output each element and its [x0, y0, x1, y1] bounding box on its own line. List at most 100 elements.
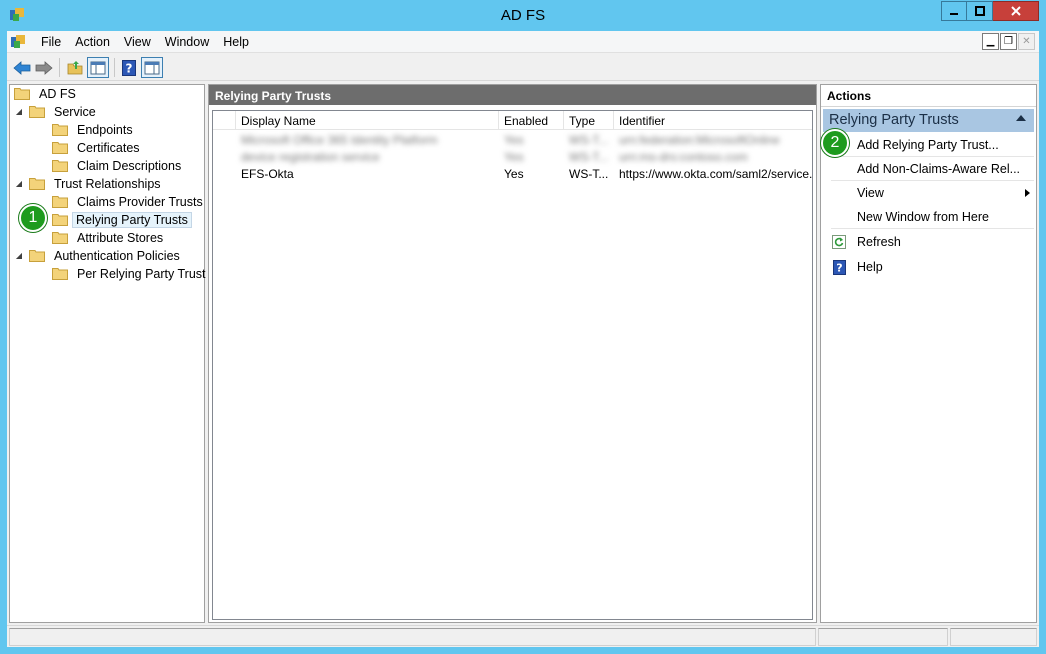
action-add-non-claims-aware-rp-trust[interactable]: Add Non-Claims-Aware Rel... [831, 157, 1034, 181]
forward-arrow-icon [35, 60, 53, 75]
callout-badge-2: 2 [821, 129, 849, 157]
close-button[interactable] [993, 1, 1039, 21]
svg-text:?: ? [126, 61, 133, 75]
tree-item-claim-descriptions[interactable]: Claim Descriptions [52, 157, 186, 174]
tree-item-label: Claim Descriptions [77, 158, 182, 173]
relying-party-trusts-list[interactable]: Display Name Enabled Type Identifier Mic… [212, 110, 813, 620]
action-help[interactable]: ? Help [831, 255, 1034, 279]
tree-item-label: Service [54, 104, 96, 119]
action-refresh[interactable]: Refresh [831, 230, 1034, 254]
show-hide-console-tree-button[interactable] [87, 57, 109, 78]
child-minimize-button[interactable]: ▁ [982, 33, 999, 50]
minimize-button[interactable] [941, 1, 967, 21]
folder-icon [52, 268, 68, 280]
minimize-icon: ▁ [986, 36, 995, 47]
table-row[interactable]: Microsoft Office 365 Identity Platform Y… [213, 131, 812, 148]
show-hide-action-pane-button[interactable] [141, 57, 163, 78]
cell-identifier: https://www.okta.com/saml2/service... [619, 167, 812, 181]
tree-item-adfs[interactable]: AD FS [14, 85, 81, 102]
toolbar: ? [7, 54, 1039, 81]
actions-group-relying-party-trusts[interactable]: Relying Party Trusts [823, 109, 1034, 132]
column-header-identifier[interactable]: Identifier [614, 111, 812, 130]
folder-icon [29, 106, 45, 118]
folder-icon [29, 178, 45, 190]
help-button[interactable]: ? [118, 57, 140, 78]
tree-item-label: Attribute Stores [77, 230, 164, 245]
back-button[interactable] [11, 57, 33, 78]
cell-identifier: urn:ms-drs:contoso.com [619, 150, 748, 164]
tree-item-authentication-policies[interactable]: ◢ Authentication Policies [14, 247, 185, 264]
tree-item-label: Trust Relationships [54, 176, 161, 191]
cell-type: WS-T... [569, 150, 609, 164]
action-view[interactable]: View [831, 181, 1034, 205]
cell-type: WS-T... [569, 167, 609, 181]
window-controls [941, 1, 1039, 21]
menu-file[interactable]: File [34, 35, 68, 49]
status-cell-2 [818, 628, 948, 646]
tree-item-label: Relying Party Trusts [72, 211, 192, 228]
callout-badge-1: 1 [19, 204, 47, 232]
tree-item-endpoints[interactable]: Endpoints [52, 121, 138, 138]
cell-type: WS-T... [569, 133, 609, 147]
expanded-arrow-icon[interactable]: ◢ [14, 251, 24, 260]
status-cell-main [9, 628, 816, 646]
actions-pane-title: Actions [821, 85, 1036, 107]
menu-view[interactable]: View [117, 35, 158, 49]
folder-icon [52, 232, 68, 244]
child-restore-button[interactable]: ❐ [1000, 33, 1017, 50]
tree-item-per-relying-party-trust[interactable]: Per Relying Party Trust [52, 265, 211, 282]
submenu-arrow-icon [1025, 189, 1030, 197]
table-row[interactable]: device registration service Yes WS-T... … [213, 148, 812, 165]
maximize-button[interactable] [967, 1, 993, 21]
collapse-arrow-icon[interactable] [1016, 115, 1026, 121]
menu-window[interactable]: Window [158, 35, 216, 49]
folder-icon [14, 88, 30, 100]
action-add-relying-party-trust[interactable]: Add Relying Party Trust... [831, 133, 1034, 157]
tree-item-label: AD FS [39, 86, 76, 101]
action-new-window-from-here[interactable]: New Window from Here [831, 205, 1034, 229]
expanded-arrow-icon[interactable]: ◢ [14, 107, 24, 116]
expanded-arrow-icon[interactable]: ◢ [14, 179, 24, 188]
tree-item-claims-provider-trusts[interactable]: Claims Provider Trusts [52, 193, 208, 210]
tree-item-service[interactable]: ◢ Service [14, 103, 101, 120]
maximize-icon [974, 6, 985, 16]
action-label: Help [857, 260, 883, 274]
cell-display-name: EFS-Okta [241, 167, 294, 181]
folder-icon [52, 196, 68, 208]
tree-item-relying-party-trusts[interactable]: Relying Party Trusts [52, 211, 192, 228]
menu-action[interactable]: Action [68, 35, 117, 49]
tree-item-attribute-stores[interactable]: Attribute Stores [52, 229, 168, 246]
folder-icon [52, 142, 68, 154]
close-icon [1010, 6, 1021, 16]
console-tree: AD FS ◢ Service Endpoints Certificates C… [9, 84, 208, 623]
up-one-level-button[interactable] [64, 57, 86, 78]
column-header-type[interactable]: Type [564, 111, 614, 130]
tree-item-label: Endpoints [77, 122, 133, 137]
forward-button[interactable] [33, 57, 55, 78]
menu-help[interactable]: Help [216, 35, 256, 49]
column-header-enabled[interactable]: Enabled [499, 111, 564, 130]
cell-enabled: Yes [504, 133, 524, 147]
refresh-icon [831, 234, 847, 250]
blank-icon [831, 161, 847, 177]
blank-icon [831, 209, 847, 225]
column-header-display-name[interactable]: Display Name [236, 111, 499, 130]
cell-enabled: Yes [504, 150, 524, 164]
adfs-icon[interactable] [10, 34, 26, 50]
cell-display-name: device registration service [241, 150, 380, 164]
folder-icon [29, 250, 45, 262]
tree-item-certificates[interactable]: Certificates [52, 139, 145, 156]
child-close-button[interactable]: ✕ [1018, 33, 1035, 50]
blank-icon [831, 185, 847, 201]
cell-display-name: Microsoft Office 365 Identity Platform [241, 133, 438, 147]
actions-pane: Actions Relying Party Trusts Add Relying… [820, 84, 1037, 623]
action-label: Refresh [857, 235, 901, 249]
child-window-controls: ▁ ❐ ✕ [981, 33, 1035, 50]
folder-icon [52, 124, 68, 136]
close-icon: ✕ [1022, 36, 1031, 47]
actions-group-label: Relying Party Trusts [829, 112, 959, 128]
table-row[interactable]: EFS-Okta Yes WS-T... https://www.okta.co… [213, 165, 812, 182]
tree-item-trust-relationships[interactable]: ◢ Trust Relationships [14, 175, 166, 192]
results-pane: Relying Party Trusts Display Name Enable… [208, 84, 817, 623]
tree-item-label: Claims Provider Trusts [77, 194, 203, 209]
